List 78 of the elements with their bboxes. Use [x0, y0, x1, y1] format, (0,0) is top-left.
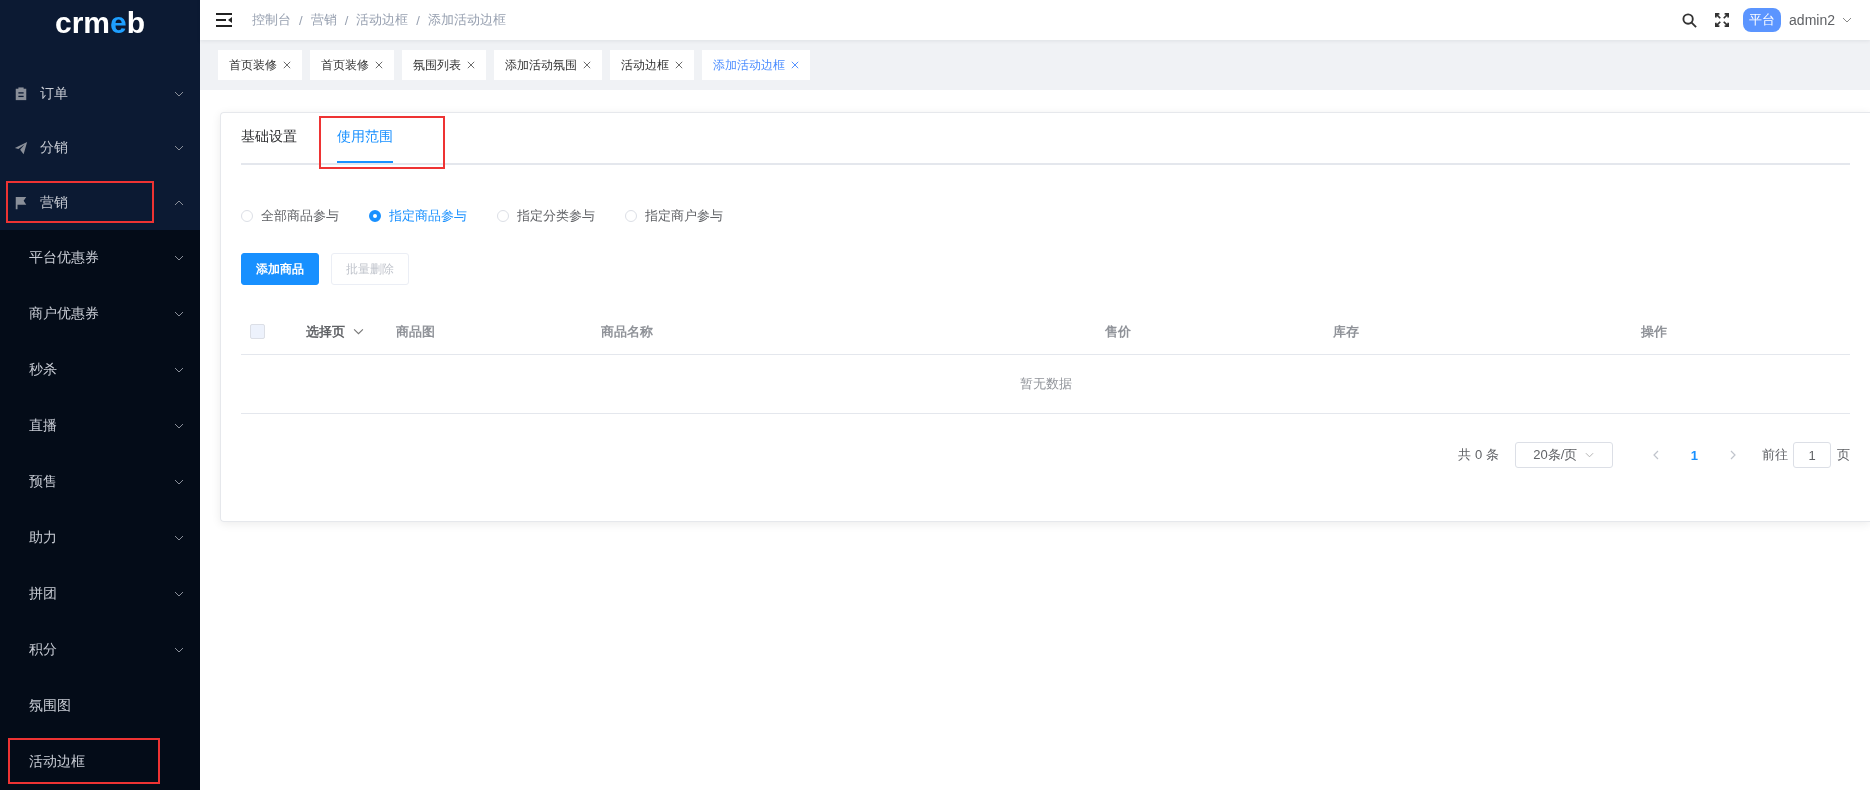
menu-label: 营销: [40, 193, 69, 212]
submenu-item[interactable]: 氛围图: [0, 678, 200, 734]
chevron-down-icon: [174, 479, 184, 485]
chevron-down-icon: [174, 647, 184, 653]
column-header: 售价: [1105, 322, 1131, 341]
menu-item[interactable]: 营销: [0, 175, 200, 230]
submenu-item[interactable]: 直播: [0, 398, 200, 454]
submenu-item[interactable]: 商户优惠券: [0, 286, 200, 342]
chevron-down-icon: [174, 311, 184, 317]
page-tab[interactable]: 添加活动氛围: [494, 50, 602, 80]
menu-label: 商户优惠券: [29, 305, 99, 323]
menu-label: 积分: [29, 641, 57, 659]
chevron-down-icon: [174, 367, 184, 373]
column-header: 操作: [1640, 322, 1667, 341]
radio-option[interactable]: 指定分类参与: [497, 207, 595, 225]
chevron-down-icon: [174, 591, 184, 597]
paper-plane-icon: [14, 141, 28, 156]
close-icon[interactable]: [675, 61, 683, 69]
goto-label: 前往: [1762, 446, 1788, 464]
menu-label: 氛围图: [29, 697, 71, 715]
column-header: 商品图: [396, 322, 435, 341]
close-icon[interactable]: [375, 61, 383, 69]
submenu-item[interactable]: 积分: [0, 622, 200, 678]
radio-button[interactable]: [369, 210, 381, 222]
empty-text: 暂无数据: [1019, 375, 1072, 393]
submenu-item[interactable]: 秒杀: [0, 342, 200, 398]
page-suffix: 页: [1837, 446, 1850, 464]
radio-option[interactable]: 指定商户参与: [625, 207, 723, 225]
page-tab[interactable]: 首页装修: [310, 50, 394, 80]
breadcrumb-separator: /: [344, 12, 349, 28]
tab[interactable]: 基础设置: [241, 113, 297, 163]
menu-label: 订单: [40, 85, 69, 104]
close-icon[interactable]: [583, 61, 591, 69]
menu-label: 活动边框: [29, 753, 85, 771]
search-icon[interactable]: [1682, 12, 1698, 28]
submenu-item[interactable]: 助力: [0, 510, 200, 566]
menu-label: 平台优惠券: [29, 249, 99, 267]
submenu-item[interactable]: 平台优惠券: [0, 230, 200, 286]
menu-label: 直播: [29, 417, 57, 435]
total-count: 共 0 条: [1458, 446, 1499, 464]
column-header: 库存: [1333, 322, 1359, 341]
flag-icon: [14, 195, 28, 210]
menu-item[interactable]: 分销: [0, 121, 200, 176]
chevron-down-icon: [174, 535, 184, 541]
chevron-down-icon: [174, 423, 184, 429]
page-tab[interactable]: 氛围列表: [402, 50, 486, 80]
menu-label: 秒杀: [29, 361, 57, 379]
chevron-down-icon: [174, 255, 184, 261]
role-badge: 平台: [1743, 8, 1782, 32]
menu-label: 预售: [29, 473, 57, 491]
menu-item[interactable]: 订单: [0, 67, 200, 122]
breadcrumb-separator: /: [416, 12, 420, 28]
submenu-item[interactable]: 活动边框: [0, 734, 200, 790]
close-icon[interactable]: [283, 61, 291, 69]
submenu-item[interactable]: 拼团: [0, 566, 200, 622]
submenu-item[interactable]: 预售: [0, 454, 200, 510]
chevron-down-icon: [353, 328, 364, 335]
menu-label: 分销: [40, 139, 69, 158]
chevron-down-icon: [1585, 452, 1595, 458]
user-menu[interactable]: admin2: [1789, 12, 1852, 28]
breadcrumb-separator: /: [299, 12, 303, 28]
page-tab[interactable]: 活动边框: [610, 50, 694, 80]
fullscreen-icon[interactable]: [1715, 13, 1730, 27]
radio-option[interactable]: 全部商品参与: [241, 207, 339, 225]
menu-label: 拼团: [29, 585, 57, 603]
page-select-dropdown[interactable]: 选择页: [306, 322, 364, 341]
menu-icon[interactable]: [216, 13, 232, 27]
page-size-select[interactable]: 20条/页: [1514, 442, 1613, 468]
close-icon[interactable]: [791, 61, 799, 69]
menu-label: 助力: [29, 529, 57, 547]
logo: crmeb: [54, 5, 146, 40]
page-input[interactable]: 1: [1793, 442, 1831, 468]
close-icon[interactable]: [467, 61, 475, 69]
chevron-down-icon: [1842, 17, 1852, 23]
page-tab[interactable]: 首页装修: [218, 50, 302, 80]
column-header: 商品名称: [601, 322, 653, 341]
clipboard-icon: [14, 87, 28, 102]
select-all-checkbox[interactable]: [250, 324, 265, 339]
